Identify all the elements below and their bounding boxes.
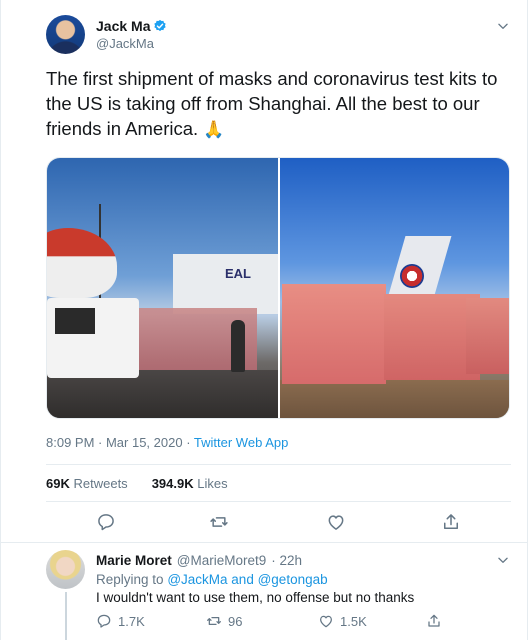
reply-header: Marie Moret @MarieMoret9 · 22h <box>96 553 302 568</box>
cargo-building-shape <box>173 254 278 314</box>
tweet-media[interactable]: EAL <box>46 157 510 419</box>
retweets-label: Retweets <box>73 476 128 491</box>
author-name-text[interactable]: Jack Ma <box>96 18 150 34</box>
reply-text: I wouldn't want to use them, no offense … <box>96 590 415 605</box>
timeline-border-left <box>0 0 1 640</box>
tweet-text: The first shipment of masks and coronavi… <box>46 66 516 142</box>
retweets-stat[interactable]: 69K Retweets <box>46 476 128 491</box>
verified-badge-icon <box>154 19 167 32</box>
replying-to: Replying to @JackMa and @getongab <box>96 572 328 587</box>
airplane-shape <box>47 228 117 298</box>
replying-prefix: Replying to <box>96 572 164 587</box>
share-icon[interactable] <box>441 512 461 532</box>
likes-count: 394.9K <box>151 476 194 491</box>
media-photo-1[interactable]: EAL <box>47 158 278 418</box>
divider <box>46 464 511 465</box>
cargo-pallet-shape <box>466 298 509 374</box>
heart-icon[interactable] <box>318 613 334 629</box>
mention-link[interactable]: @JackMa <box>167 572 227 587</box>
tug-window-shape <box>55 308 95 334</box>
divider <box>46 501 511 502</box>
reply-share-action[interactable] <box>426 613 442 629</box>
mention-link[interactable]: @getongab <box>258 572 328 587</box>
tweet-body: The first shipment of masks and coronavi… <box>46 68 498 139</box>
reply-icon[interactable] <box>96 613 112 629</box>
divider <box>0 542 527 543</box>
retweet-icon[interactable] <box>209 512 229 532</box>
reply-author-avatar[interactable] <box>46 550 85 589</box>
tweet-stats: 69K Retweets 394.9K Likes <box>46 476 228 491</box>
worker-shape <box>231 320 245 372</box>
likes-label: Likes <box>197 476 228 491</box>
retweet-count: 96 <box>228 613 243 629</box>
author-name[interactable]: Jack Ma <box>96 18 167 34</box>
like-count: 1.5K <box>340 613 367 629</box>
author-avatar[interactable] <box>46 15 85 54</box>
and-word: and <box>231 572 254 587</box>
chevron-down-icon[interactable] <box>496 553 510 567</box>
share-icon[interactable] <box>426 613 442 629</box>
tweet-source-link[interactable]: Twitter Web App <box>194 435 288 450</box>
reply-author-handle[interactable]: @MarieMoret9 <box>177 553 266 568</box>
chevron-down-icon[interactable] <box>496 19 510 33</box>
heart-icon[interactable] <box>326 512 346 532</box>
reply-icon[interactable] <box>96 512 116 532</box>
timeline-border-right <box>527 0 528 640</box>
reply-like-action[interactable]: 1.5K <box>318 613 367 629</box>
reply-retweet-action[interactable]: 96 <box>206 613 242 629</box>
reply-reply-action[interactable]: 1.7K <box>96 613 145 629</box>
reply-count: 1.7K <box>118 613 145 629</box>
reply-actions: 1.7K 96 1.5K <box>96 613 456 631</box>
author-handle[interactable]: @JackMa <box>96 36 154 51</box>
cargo-pallet-shape <box>282 284 386 384</box>
reply-author-name[interactable]: Marie Moret <box>96 553 172 568</box>
photo-sign-text: EAL <box>225 266 251 281</box>
likes-stat[interactable]: 394.9K Likes <box>152 476 228 491</box>
airline-logo-shape <box>400 264 424 288</box>
thread-line <box>65 592 67 640</box>
retweets-count: 69K <box>46 476 70 491</box>
tweet-time[interactable]: 8:09 PM · Mar 15, 2020 <box>46 435 183 450</box>
tweet-timestamp: 8:09 PM · Mar 15, 2020 · Twitter Web App <box>46 435 288 450</box>
timestamp-separator: · <box>182 435 194 450</box>
folded-hands-emoji: 🙏 <box>203 120 225 139</box>
tarmac-shape <box>280 380 509 418</box>
media-photo-2[interactable] <box>280 158 509 418</box>
reply-time[interactable]: · 22h <box>271 553 302 568</box>
retweet-icon[interactable] <box>206 613 222 629</box>
tweet-actions <box>46 512 511 536</box>
